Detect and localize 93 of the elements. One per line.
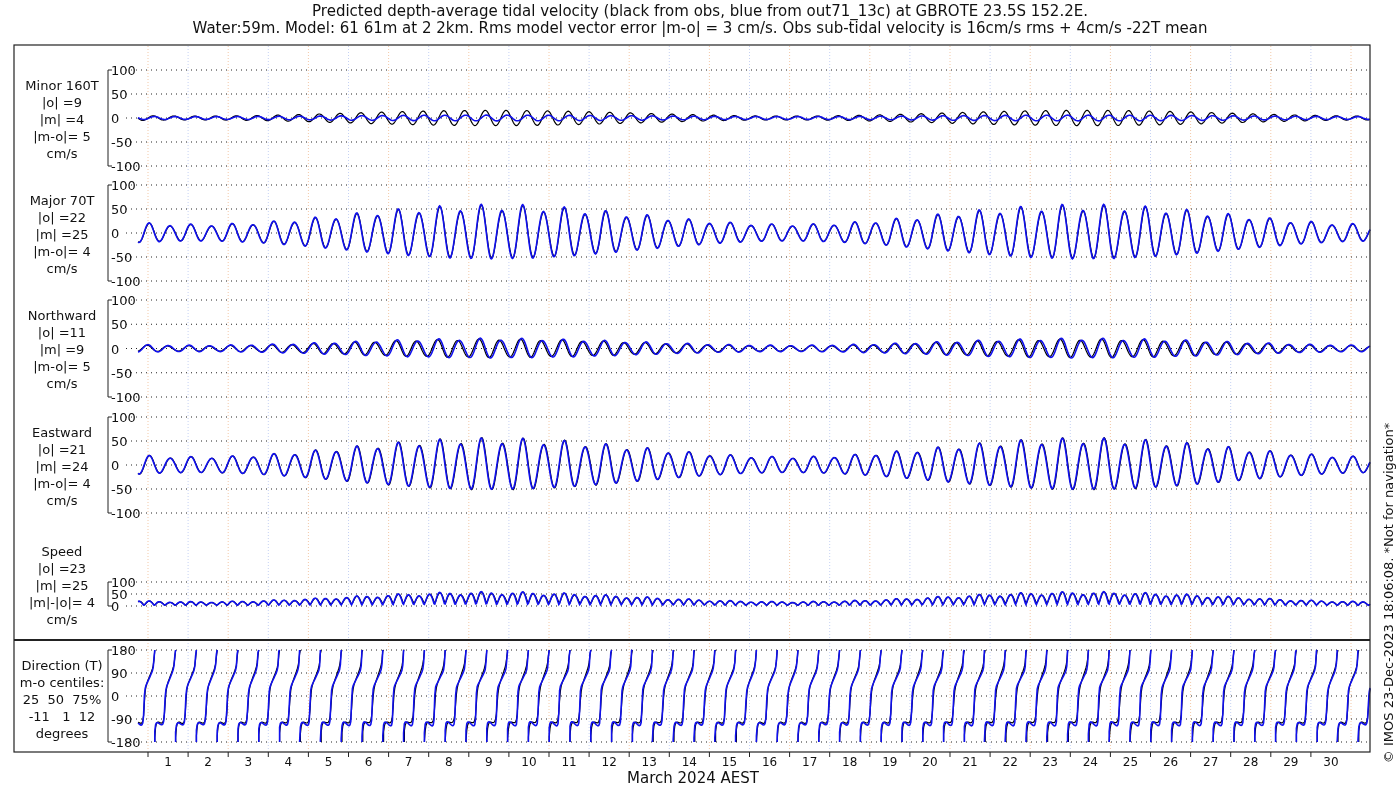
panel-label: cm/s (46, 612, 78, 627)
panel-label: |o| =22 (37, 210, 87, 225)
axis-tick-label: -100 (111, 159, 141, 174)
axis-tick-label: 50 (111, 202, 128, 217)
panel-label: Northward (27, 308, 97, 323)
axis-tick-label: 19 (882, 755, 898, 769)
axis-tick-label: 10 (521, 755, 537, 769)
chart-title: Predicted depth-average tidal velocity (black from obs, blue from out71_13c) at GBROTE 23.5S 152.2E. (312, 2, 1088, 20)
panel-label: |m|-|o|= 4 (28, 595, 96, 610)
axis-tick-label: 17 (802, 755, 818, 769)
axis-tick-label: 2 (204, 755, 212, 769)
axis-tick-label: 14 (681, 755, 697, 769)
axis-tick-label: -100 (111, 274, 141, 289)
y-axis (107, 581, 113, 607)
axis-tick-label: 9 (485, 755, 493, 769)
axis-tick-label: 27 (1203, 755, 1219, 769)
axis-tick-label: 0 (111, 226, 120, 241)
axis-tick-label: 50 (111, 317, 128, 333)
axis-tick-label: 6 (364, 755, 373, 769)
axis-tick-label: 100 (111, 575, 136, 590)
axis-tick-label: 11 (561, 755, 577, 769)
axis-tick-label: 100 (111, 293, 136, 308)
axis-tick-label: 16 (761, 755, 778, 769)
axis-tick-label: 100 (111, 178, 136, 193)
axis-tick-label: 180 (111, 643, 136, 658)
axis-tick-label: -90 (111, 712, 133, 727)
axis-tick-label: 100 (111, 410, 136, 425)
panel-label: m-o centiles: (19, 675, 105, 690)
panel-label: |m| =24 (35, 459, 89, 474)
axis-tick-label: -50 (111, 135, 133, 150)
panel-label: Direction (T) (21, 658, 103, 673)
panel-label: cm/s (46, 493, 78, 508)
axis-tick-label: 1 (164, 755, 172, 769)
axis-tick-label: 21 (962, 755, 978, 769)
panel-label: cm/s (46, 261, 78, 276)
axis-tick-label: 100 (111, 63, 136, 78)
axis-tick-label: 0 (111, 341, 120, 357)
axis-tick-label: 5 (324, 755, 333, 769)
axis-tick-label: 0 (111, 458, 120, 473)
x-axis-label: March 2024 AEST (627, 769, 759, 787)
axis-tick-label: 13 (641, 755, 657, 769)
panel-label: |m| =25 (35, 227, 89, 242)
copyright-note: © IMOS 23-Dec-2023 18:06:08. *Not for navigation* (1381, 422, 1396, 764)
axis-tick-label: 22 (1002, 755, 1018, 769)
axis-tick-label: 50 (111, 87, 128, 102)
panel-label: |o| =11 (37, 325, 87, 340)
panel-label: Speed (41, 544, 83, 559)
axis-tick-label: 0 (111, 599, 120, 614)
axis-tick-label: 4 (284, 755, 293, 769)
axis-tick-label: -50 (111, 482, 133, 497)
axis-tick-label: 23 (1042, 755, 1058, 769)
axis-tick-label: 18 (842, 755, 858, 769)
axis-tick-label: 50 (111, 587, 128, 602)
axis-tick-label: 25 (1122, 755, 1139, 769)
panel-label: |o| =21 (37, 442, 87, 457)
axis-tick-label: 50 (111, 434, 128, 449)
axis-tick-label: 30 (1323, 755, 1339, 769)
panel-label: |m| =9 (39, 342, 85, 357)
panel-label: cm/s (46, 146, 78, 161)
axis-tick-label: 8 (444, 755, 453, 769)
chart-title: Water:59m. Model: 61 61m at 2 2km. Rms model vector error |m-o| = 3 cm/s. Obs sub-tidal velocity is 16cm/s rms + 4cm/s -22T mean (192, 19, 1208, 37)
axis-tick-label: 0 (111, 111, 120, 126)
axis-tick-label: -180 (111, 735, 141, 750)
axis-tick-label: 3 (244, 755, 253, 769)
panel-label: Minor 160T (25, 78, 99, 93)
panel-label: |m-o|= 4 (33, 476, 91, 491)
axis-tick-label: 29 (1283, 755, 1299, 769)
axis-tick-label: 20 (922, 755, 938, 769)
panel-label: Eastward (32, 425, 92, 440)
axis-tick-label: 26 (1162, 755, 1179, 769)
panel-label: |m-o|= 5 (33, 359, 91, 374)
panel-label: Major 70T (29, 193, 95, 208)
panel-label: degrees (35, 726, 89, 741)
panel-label: |o| =9 (42, 95, 82, 110)
panel-label: -11 1 12 (28, 709, 96, 724)
axis-tick-label: -100 (111, 506, 141, 521)
panel-label: cm/s (46, 376, 78, 391)
panel-label: |o| =23 (37, 561, 87, 576)
axis-tick-label: 7 (404, 755, 413, 769)
panel-label: |m| =4 (39, 112, 85, 127)
panel-label: |m-o|= 5 (33, 129, 91, 144)
axis-tick-label: 12 (601, 755, 617, 769)
axis-tick-label: 24 (1082, 755, 1098, 769)
axis-tick-label: 28 (1243, 755, 1259, 769)
axis-tick-label: -50 (111, 365, 133, 381)
panel-label: 25 50 75% (22, 692, 102, 707)
axis-tick-label: -50 (111, 250, 133, 265)
axis-tick-label: 15 (721, 755, 738, 769)
panel-label: |m-o|= 4 (33, 244, 91, 259)
panel-label: |m| =25 (35, 578, 89, 593)
axis-tick-label: -100 (111, 390, 141, 405)
axis-tick-label: 90 (111, 666, 128, 681)
axis-tick-label: 0 (111, 689, 120, 704)
